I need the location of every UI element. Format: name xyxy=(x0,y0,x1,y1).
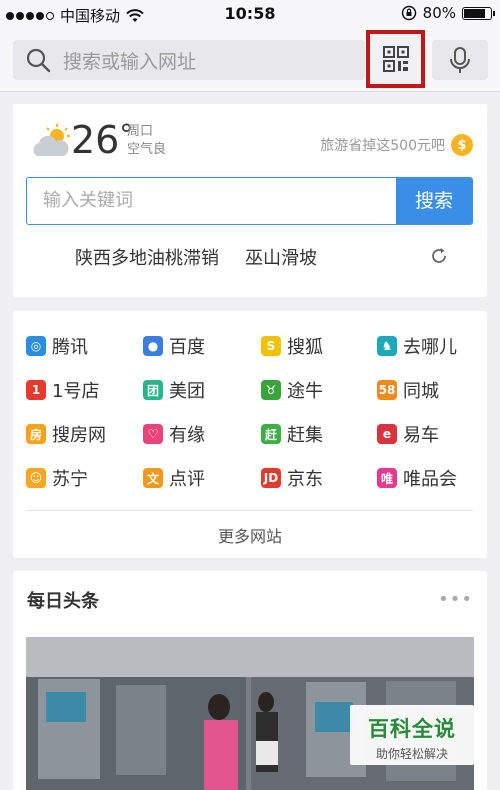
site-link[interactable]: 58 同城 xyxy=(377,377,439,403)
site-link[interactable]: ♡ 有缘 xyxy=(143,421,205,447)
58-icon: 58 xyxy=(377,380,397,400)
top-bar: 搜索或输入网址 xyxy=(0,28,500,92)
site-link[interactable]: 文点评 xyxy=(143,465,205,491)
meituan-icon: 团 xyxy=(143,380,163,400)
keyword-search-button[interactable]: 搜索 xyxy=(396,178,472,224)
site-link[interactable]: ● 百度 xyxy=(143,333,205,359)
watermark-logo: 百科全说 助你轻松解决 xyxy=(350,705,474,765)
yhd-icon: 1 xyxy=(26,380,46,400)
ganji-icon: 赶 xyxy=(261,424,281,444)
battery-icon xyxy=(462,6,495,20)
site-label: 同城 xyxy=(403,381,439,402)
weather-card: 26° 周口 空气良 旅游省掉这500元吧 $ 输入关键词 搜索 陕西多地油桃滞… xyxy=(13,104,487,297)
site-link[interactable]: ☺ 苏宁 xyxy=(26,465,88,491)
baidu-paw-icon: ● xyxy=(143,336,163,356)
refresh-icon[interactable] xyxy=(429,246,449,266)
address-search-bar[interactable]: 搜索或输入网址 xyxy=(13,40,365,80)
watermark-subtitle: 助你轻松解决 xyxy=(375,747,448,761)
air-quality-label: 空气良 xyxy=(127,142,167,157)
keyword-search-box: 输入关键词 搜索 xyxy=(26,177,473,225)
site-label: 腾讯 xyxy=(52,337,88,358)
site-link[interactable]: 唯唯品会 xyxy=(377,465,457,491)
yiche-icon: e xyxy=(377,424,397,444)
hot-topic-link[interactable]: 陕西多地油桃滞销 xyxy=(75,244,219,270)
site-label: 点评 xyxy=(169,469,205,490)
qr-code-icon xyxy=(382,46,409,72)
coin-icon: $ xyxy=(451,134,473,156)
microphone-icon xyxy=(450,47,470,73)
dianping-icon: 文 xyxy=(143,468,163,488)
suning-icon: ☺ xyxy=(26,468,46,488)
tencent-icon: ◎ xyxy=(26,336,46,356)
orientation-lock-icon xyxy=(401,5,416,21)
site-label: 1号店 xyxy=(52,381,100,402)
site-label: 搜房网 xyxy=(52,425,106,446)
site-label: 搜狐 xyxy=(287,337,323,358)
sohu-icon: S xyxy=(261,336,281,356)
site-label: 京东 xyxy=(287,469,323,490)
site-link[interactable]: 赶赶集 xyxy=(261,421,323,447)
youyuan-icon: ♡ xyxy=(143,424,163,444)
promo-text: 旅游省掉这500元吧 xyxy=(320,138,445,154)
city-label: 周口 xyxy=(127,124,154,139)
site-label: 易车 xyxy=(403,425,439,446)
hot-topic-link[interactable]: 巫山滑坡 xyxy=(245,244,317,270)
vip-icon: 唯 xyxy=(377,468,397,488)
site-link[interactable]: 团美团 xyxy=(143,377,205,403)
promo-link[interactable]: 旅游省掉这500元吧 $ xyxy=(320,134,473,156)
site-label: 去哪儿 xyxy=(403,337,457,358)
site-link[interactable]: ♞ 去哪儿 xyxy=(377,333,457,359)
site-shortcuts-card: ◎ 腾讯 ● 百度 S 搜狐 ♞ 去哪儿 1 1号店 团美团 ♉ 途牛 58 同城房搜房网 ♡ 有缘 赶赶集 e 易车… xyxy=(13,311,487,558)
site-link[interactable]: e 易车 xyxy=(377,421,439,447)
status-bar: 中国移动 10:58 80% xyxy=(0,0,500,28)
site-link[interactable]: 1 1号店 xyxy=(26,377,99,403)
keyword-input[interactable]: 输入关键词 xyxy=(27,178,396,224)
site-label: 唯品会 xyxy=(403,469,457,490)
qunar-camel-icon: ♞ xyxy=(377,336,397,356)
site-label: 百度 xyxy=(169,337,205,358)
site-link[interactable]: ♉ 途牛 xyxy=(261,377,323,403)
tuniu-icon: ♉ xyxy=(261,380,281,400)
search-placeholder: 搜索或输入网址 xyxy=(63,50,197,73)
jd-icon: JD xyxy=(261,468,281,488)
site-link[interactable]: ◎ 腾讯 xyxy=(26,333,88,359)
site-label: 苏宁 xyxy=(52,469,88,490)
search-icon xyxy=(26,48,51,73)
watermark-title: 百科全说 xyxy=(368,717,456,741)
more-options-icon[interactable]: ••• xyxy=(438,589,473,610)
site-label: 途牛 xyxy=(287,381,323,402)
voice-search-button[interactable] xyxy=(432,40,488,80)
hot-topics: 陕西多地油桃滞销 巫山滑坡 xyxy=(75,244,317,270)
soufang-icon: 房 xyxy=(26,424,46,444)
site-label: 有缘 xyxy=(169,425,205,446)
site-link[interactable]: 房搜房网 xyxy=(26,421,106,447)
battery-percent: 80% xyxy=(422,4,456,22)
qr-scan-button[interactable] xyxy=(366,30,425,88)
more-sites-link[interactable]: 更多网站 xyxy=(13,523,487,547)
weather-location: 周口 空气良 xyxy=(127,123,166,159)
site-link[interactable]: JD 京东 xyxy=(261,465,323,491)
site-label: 赶集 xyxy=(287,425,323,446)
divider xyxy=(26,510,474,511)
temperature: 26° xyxy=(71,118,134,162)
section-title: 每日头条 xyxy=(27,591,99,612)
site-link[interactable]: S 搜狐 xyxy=(261,333,323,359)
site-label: 美团 xyxy=(169,381,205,402)
